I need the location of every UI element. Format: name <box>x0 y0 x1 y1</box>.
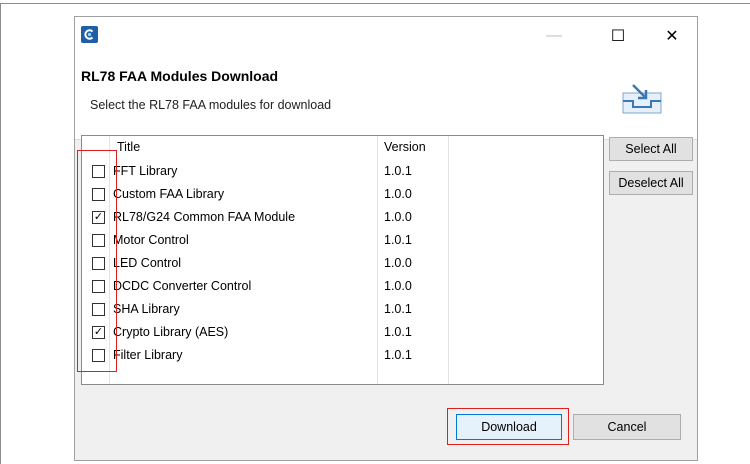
download-tray-icon <box>622 84 662 114</box>
dialog-header: RL78 FAA Modules Download Select the RL7… <box>75 55 697 140</box>
row-checkbox[interactable] <box>92 303 105 316</box>
table-row[interactable]: FFT Library 1.0.1 <box>82 161 603 184</box>
table-row[interactable]: ✓ Crypto Library (AES) 1.0.1 <box>82 322 603 345</box>
module-title: Filter Library <box>113 348 183 362</box>
download-dialog: — ☐ ✕ RL78 FAA Modules Download Select t… <box>74 16 698 461</box>
dialog-title: RL78 FAA Modules Download <box>81 68 279 84</box>
module-version: 1.0.1 <box>384 164 412 178</box>
title-bar: — ☐ ✕ <box>75 17 697 55</box>
select-all-button[interactable]: Select All <box>609 137 693 161</box>
module-title: RL78/G24 Common FAA Module <box>113 210 296 224</box>
module-title: DCDC Converter Control <box>113 279 252 293</box>
module-title: SHA Library <box>113 302 180 316</box>
row-checkbox[interactable] <box>92 188 105 201</box>
table-row[interactable]: SHA Library 1.0.1 <box>82 299 603 322</box>
row-checkbox[interactable] <box>92 349 105 362</box>
table-row[interactable]: ✓ RL78/G24 Common FAA Module 1.0.0 <box>82 207 603 230</box>
row-checkbox[interactable] <box>92 257 105 270</box>
module-version: 1.0.0 <box>384 210 412 224</box>
row-checkbox[interactable]: ✓ <box>92 211 105 224</box>
table-row[interactable]: Filter Library 1.0.1 <box>82 345 603 368</box>
minimize-button[interactable]: — <box>531 17 577 55</box>
close-button[interactable]: ✕ <box>649 17 695 55</box>
table-row[interactable]: Motor Control 1.0.1 <box>82 230 603 253</box>
module-version: 1.0.0 <box>384 279 412 293</box>
row-checkbox[interactable] <box>92 280 105 293</box>
cancel-button[interactable]: Cancel <box>573 414 681 440</box>
module-title: Custom FAA Library <box>113 187 225 201</box>
module-version: 1.0.0 <box>384 187 412 201</box>
maximize-button[interactable]: ☐ <box>595 17 641 55</box>
column-header-title[interactable]: Title <box>117 140 140 154</box>
module-title: Motor Control <box>113 233 189 247</box>
module-version: 1.0.1 <box>384 348 412 362</box>
table-row[interactable]: LED Control 1.0.0 <box>82 253 603 276</box>
download-button[interactable]: Download <box>456 414 562 440</box>
row-checkbox[interactable]: ✓ <box>92 326 105 339</box>
deselect-all-button[interactable]: Deselect All <box>609 171 693 195</box>
modules-table[interactable]: Title Version FFT Library 1.0.1 Custom F… <box>77 135 604 385</box>
row-checkbox[interactable] <box>92 165 105 178</box>
row-checkbox[interactable] <box>92 234 105 247</box>
module-version: 1.0.1 <box>384 325 412 339</box>
module-title: FFT Library <box>113 164 178 178</box>
module-title: Crypto Library (AES) <box>113 325 229 339</box>
dialog-subtitle: Select the RL78 FAA modules for download <box>90 98 332 112</box>
table-row[interactable]: DCDC Converter Control 1.0.0 <box>82 276 603 299</box>
module-version: 1.0.1 <box>384 302 412 316</box>
app-icon <box>81 26 98 43</box>
table-row[interactable]: Custom FAA Library 1.0.0 <box>82 184 603 207</box>
module-title: LED Control <box>113 256 182 270</box>
module-version: 1.0.0 <box>384 256 412 270</box>
column-header-version[interactable]: Version <box>384 140 426 154</box>
module-version: 1.0.1 <box>384 233 412 247</box>
